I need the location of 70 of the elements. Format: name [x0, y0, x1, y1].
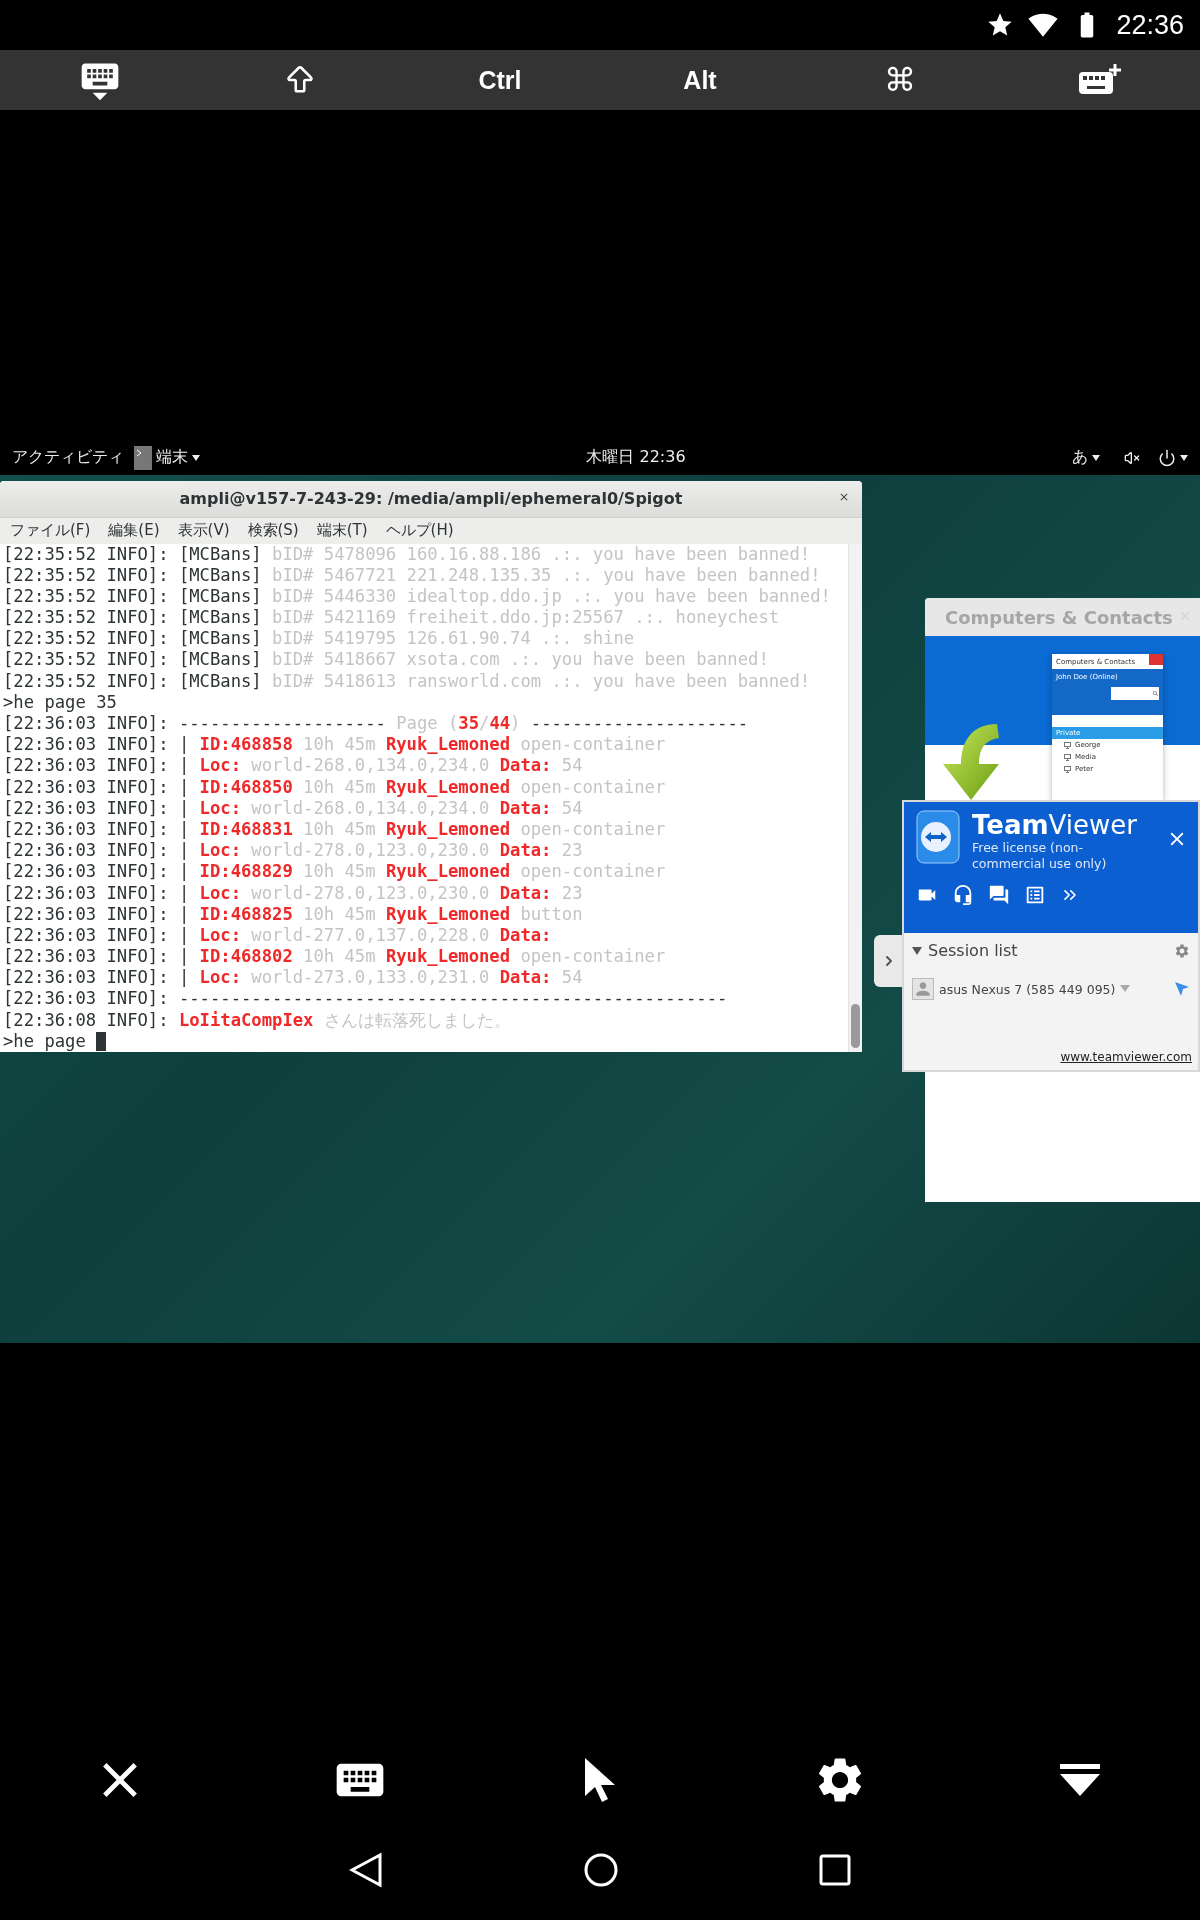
monitor-icon	[1064, 741, 1071, 749]
chat-icon[interactable]	[988, 884, 1010, 906]
command-key[interactable]: ⌘	[876, 57, 924, 103]
terminal-line: [22:35:52 INFO]: [MCBans] bID# 5418667 xsota.com .:. you have been banned!	[3, 649, 770, 671]
terminal-line: [22:36:03 INFO]: | Loc: world-268.0,134.0,234.0 Data: 54	[3, 797, 584, 819]
app-menu[interactable]: 端末	[134, 445, 200, 470]
terminal-line: [22:36:08 INFO]: LoIitaCompIex さんは転落死しました。	[3, 1009, 512, 1031]
headset-icon[interactable]	[952, 884, 974, 906]
terminal-app-icon	[134, 445, 152, 470]
terminal-line: [22:36:03 INFO]: | ID:468825 10h 45m Ryuk_Lemoned button	[3, 903, 584, 925]
menu-item[interactable]: 編集(E)	[108, 521, 160, 541]
search-icon	[1152, 690, 1159, 697]
terminal-line: >he page	[3, 1030, 848, 1052]
menu-item[interactable]: 検索(S)	[247, 521, 299, 541]
avatar-icon	[912, 978, 934, 1000]
menu-item[interactable]: ヘルプ(H)	[385, 521, 454, 541]
recent-apps-icon[interactable]	[819, 1854, 851, 1886]
terminal-line: [22:36:03 INFO]: | Loc: world-278.0,123.0,230.0 Data: 23	[3, 882, 584, 904]
alt-key[interactable]: Alt	[675, 61, 725, 99]
terminal-line: [22:35:52 INFO]: [MCBans] bID# 5446330 idealtop.ddo.jp .:. you have been banned!	[3, 585, 832, 608]
brand-name: TeamViewer	[972, 810, 1138, 840]
terminal-line: [22:36:03 INFO]: | ID:468802 10h 45m Ryuk_Lemoned open-container	[3, 946, 667, 968]
window-title: ampli@v157-7-243-29: /media/ampli/ephemeral0/Spigot	[179, 489, 683, 509]
caret-icon	[192, 454, 200, 461]
session-name[interactable]: asus Nexus 7 (585 449 095)	[939, 981, 1116, 997]
terminal-line: [22:36:03 INFO]: -------------------- Page (35/44) ---------------------	[3, 713, 750, 735]
power-icon[interactable]	[1158, 448, 1176, 467]
terminal-line: [22:36:03 INFO]: | Loc: world-277.0,137.0,228.0 Data:	[3, 924, 553, 947]
clock: 22:36	[1116, 9, 1184, 41]
expand-triangle-icon[interactable]	[912, 945, 922, 956]
terminal-line: [22:36:03 INFO]: -----------------------------------------------------	[3, 988, 729, 1010]
terminal-line: [22:35:52 INFO]: [MCBans] bID# 5418613 ransworld.com .:. you have been banned!	[3, 670, 812, 692]
home-icon[interactable]	[583, 1852, 619, 1888]
menu-item[interactable]: ファイル(F)	[10, 521, 91, 541]
activities-button[interactable]: アクティビティ	[12, 447, 124, 468]
caret-icon	[1180, 454, 1188, 461]
terminal-line: [22:36:03 INFO]: | ID:468858 10h 45m Ryuk_Lemoned open-container	[3, 734, 667, 756]
terminal-line: [22:36:03 INFO]: | Loc: world-268.0,134.0,234.0 Data: 54	[3, 755, 584, 777]
license-text: Free license (non-commercial use only)	[972, 840, 1108, 872]
teamviewer-logo-icon	[916, 810, 960, 864]
scrollbar[interactable]	[848, 543, 862, 1052]
monitor-icon	[1064, 765, 1071, 773]
close-button-preview	[1149, 654, 1163, 665]
collapse-icon[interactable]	[1060, 1764, 1100, 1796]
volume-muted-icon[interactable]	[1124, 449, 1140, 466]
terminal-line: [22:36:03 INFO]: | ID:468829 10h 45m Ryuk_Lemoned open-container	[3, 861, 667, 883]
terminal-line: [22:35:52 INFO]: [MCBans] bID# 5467721 221.248.135.35 .:. you have been banned!	[3, 564, 822, 586]
terminal-line: [22:36:03 INFO]: | ID:468831 10h 45m Ryuk_Lemoned open-container	[3, 818, 667, 841]
terminal-line: [22:36:03 INFO]: | Loc: world-278.0,123.0,230.0 Data: 23	[3, 840, 584, 862]
terminal-line: [22:35:52 INFO]: [MCBans] bID# 5478096 160.16.88.186 .:. you have been banned!	[3, 543, 812, 565]
document-list-icon[interactable]	[1024, 884, 1046, 906]
pointer-icon[interactable]	[583, 1756, 617, 1804]
monitor-icon	[1064, 753, 1071, 761]
close-icon[interactable]	[838, 491, 850, 503]
terminal-line: [22:36:03 INFO]: | Loc: world-273.0,133.0,231.0 Data: 54	[3, 967, 584, 989]
clock-button[interactable]: 木曜日 22:36	[586, 447, 686, 468]
terminal-line: [22:35:52 INFO]: [MCBans] bID# 5419795 126.61.90.74 .:. shine	[3, 628, 636, 650]
back-icon[interactable]	[349, 1852, 383, 1888]
ctrl-key[interactable]: Ctrl	[470, 61, 530, 99]
menu-item[interactable]: 表示(V)	[177, 521, 230, 541]
session-list-title: Session list	[928, 941, 1019, 960]
website-link[interactable]: www.teamviewer.com	[1060, 1050, 1198, 1070]
terminal-line: [22:36:03 INFO]: | ID:468850 10h 45m Ryuk_Lemoned open-container	[3, 776, 667, 798]
terminal-line: [22:35:52 INFO]: [MCBans] bID# 5421169 freiheit.ddo.jp:25567 .:. honeychest	[3, 607, 781, 629]
card-title: Computers & Contacts	[945, 606, 1173, 628]
input-method-menu[interactable]: あ	[1072, 447, 1100, 468]
terminal-line: >he page 35	[3, 691, 118, 713]
caret-icon	[1092, 454, 1100, 461]
menu-item[interactable]: 端末(T)	[316, 521, 368, 541]
panel-toggle-tab[interactable]	[874, 935, 904, 987]
